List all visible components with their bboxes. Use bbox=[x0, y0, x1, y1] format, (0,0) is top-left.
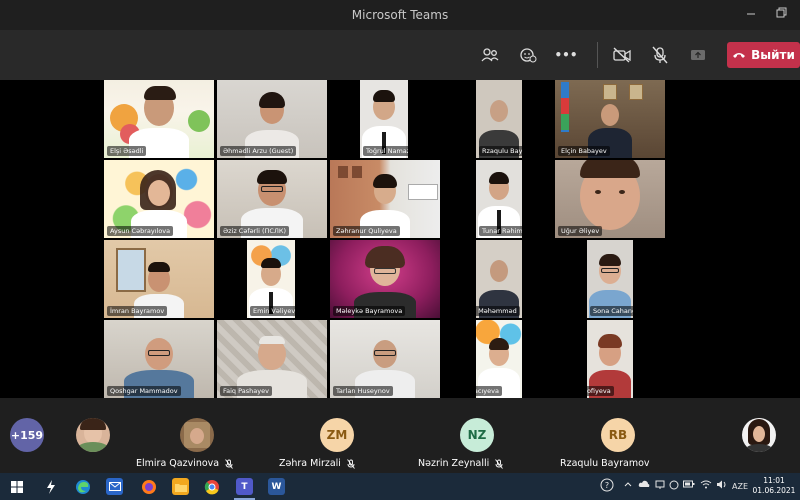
firefox-icon[interactable] bbox=[140, 478, 157, 495]
tile-name-tag: Emin Vəliyev bbox=[250, 306, 295, 316]
restore-icon[interactable] bbox=[772, 6, 790, 24]
cloud-icon[interactable] bbox=[638, 480, 650, 490]
strip-participant[interactable]: RB Rzaqulu Bayramov bbox=[552, 398, 692, 473]
video-tile[interactable]: İmran Bayramov bbox=[104, 240, 214, 318]
video-tile[interactable]: Tarlan Huseynov bbox=[330, 320, 440, 398]
tile-name-tag: Aynur Sofiyeva bbox=[587, 386, 614, 396]
avatar-initials: NZ bbox=[460, 418, 494, 452]
volume-icon[interactable] bbox=[716, 480, 728, 491]
mic-off-icon bbox=[225, 458, 233, 469]
app-tray-icon[interactable] bbox=[669, 480, 679, 492]
network-icon[interactable] bbox=[655, 480, 665, 492]
video-tile[interactable]: Məhərrəmov Məhəmməd bbox=[476, 240, 522, 318]
svg-text:?: ? bbox=[605, 481, 609, 490]
chrome-icon[interactable] bbox=[203, 478, 220, 495]
wifi-icon[interactable] bbox=[700, 480, 712, 491]
strip-participant[interactable]: NZ Nəzrin Zeynalli bbox=[410, 398, 545, 473]
video-tile[interactable]: Aysun Cəbrayılova bbox=[104, 160, 214, 238]
avatar bbox=[180, 418, 214, 452]
tile-name-tag: İmran Bayramov bbox=[107, 306, 168, 316]
windows-taskbar: T W ? AZE 11:01 01.06.2021 bbox=[0, 473, 800, 500]
strip-participant-name: Nəzrin Zeynalli bbox=[418, 458, 504, 469]
tile-name-tag: Məleykə Bayramova bbox=[333, 306, 406, 316]
more-options-button[interactable]: ••• bbox=[554, 43, 578, 67]
video-tile[interactable]: Əziz Cəfərli (ПСЛК) bbox=[217, 160, 327, 238]
video-tile[interactable]: Tunar Rəhimov bbox=[476, 160, 522, 238]
mail-icon[interactable] bbox=[106, 478, 123, 495]
tile-name-tag: Elçin Babayev bbox=[558, 146, 610, 156]
video-tile[interactable]: Faiq Pashayev bbox=[217, 320, 327, 398]
chevron-up-icon[interactable] bbox=[624, 480, 632, 489]
tile-name-tag: Məhərrəmov Məhəmməd bbox=[476, 306, 520, 316]
edge-icon[interactable] bbox=[74, 478, 91, 495]
tile-name-tag: Faiq Pashayev bbox=[220, 386, 272, 396]
participant-strip: +159 Elmira Qazvinova ZM Zəhra Mirzali N… bbox=[0, 398, 800, 473]
file-explorer-icon[interactable] bbox=[172, 478, 189, 495]
tile-name-tag: Tunar Rəhimov bbox=[479, 226, 522, 236]
video-tile[interactable]: Rzaqulu Bayramov bbox=[476, 80, 522, 158]
strip-participant-name: Zəhra Mirzali bbox=[279, 458, 355, 469]
meeting-toolbar: ••• bbox=[0, 30, 800, 80]
battery-icon[interactable] bbox=[683, 480, 695, 490]
window-title: Microsoft Teams bbox=[351, 8, 449, 22]
video-tile[interactable]: Toğrul Namazov bbox=[360, 80, 408, 158]
phone-hangup-icon bbox=[733, 53, 746, 58]
people-icon[interactable] bbox=[478, 43, 502, 67]
camera-off-icon[interactable] bbox=[610, 43, 634, 67]
video-tile[interactable]: Ayan Hacıyeva bbox=[476, 320, 522, 398]
self-avatar[interactable] bbox=[742, 418, 776, 452]
video-tile[interactable]: Aynur Sofiyeva bbox=[587, 320, 633, 398]
video-tile[interactable]: Elçin Babayev bbox=[555, 80, 665, 158]
word-icon[interactable]: W bbox=[268, 478, 285, 495]
tile-name-tag: Elşi Əsədli bbox=[107, 146, 147, 156]
tile-name-tag: Rzaqulu Bayramov bbox=[479, 146, 522, 156]
tile-name-tag: Uğur Əliyev bbox=[558, 226, 603, 236]
tile-name-tag: Tarlan Huseynov bbox=[333, 386, 393, 396]
app-icon[interactable] bbox=[42, 478, 59, 495]
tile-name-tag: Toğrul Namazov bbox=[363, 146, 408, 156]
video-tile[interactable]: Zəhranur Quliyeva bbox=[330, 160, 440, 238]
video-tile[interactable]: Əhmədli Arzu (Guest) bbox=[217, 80, 327, 158]
strip-participant-name: Rzaqulu Bayramov bbox=[560, 458, 650, 469]
strip-participant[interactable]: Elmira Qazvinova bbox=[128, 398, 273, 473]
tile-name-tag: Aysun Cəbrayılova bbox=[107, 226, 174, 236]
clock-date: 01.06.2021 bbox=[752, 486, 796, 495]
tile-name-tag: Əhmədli Arzu (Guest) bbox=[220, 146, 297, 156]
tile-name-tag: Qoshgar Mammadov bbox=[107, 386, 181, 396]
toolbar-divider bbox=[597, 42, 598, 68]
video-tile[interactable]: Sona Cahangirova bbox=[587, 240, 633, 318]
avatar[interactable] bbox=[76, 418, 110, 452]
avatar-initials: RB bbox=[601, 418, 635, 452]
tile-name-tag: Ayan Hacıyeva bbox=[476, 386, 502, 396]
minimize-icon[interactable] bbox=[742, 6, 760, 24]
raise-hand-icon[interactable] bbox=[516, 43, 540, 67]
tile-name-tag: Sona Cahangirova bbox=[590, 306, 633, 316]
help-icon[interactable]: ? bbox=[600, 478, 614, 494]
video-tile[interactable]: Qoshgar Mammadov bbox=[104, 320, 214, 398]
teams-window: Microsoft Teams ••• Выйти Elşi Əsədli Əh… bbox=[0, 0, 800, 500]
video-tile[interactable]: Emin Vəliyev bbox=[247, 240, 295, 318]
avatar-initials: ZM bbox=[320, 418, 354, 452]
input-language[interactable]: AZE bbox=[732, 482, 748, 491]
share-tray-icon[interactable] bbox=[686, 43, 710, 67]
clock-time: 11:01 bbox=[763, 476, 785, 485]
mic-off-icon[interactable] bbox=[648, 43, 672, 67]
strip-participant[interactable]: ZM Zəhra Mirzali bbox=[273, 398, 403, 473]
tile-name-tag: Zəhranur Quliyeva bbox=[333, 226, 400, 236]
title-bar: Microsoft Teams bbox=[0, 0, 800, 30]
mic-off-icon bbox=[347, 458, 355, 469]
leave-button[interactable]: Выйти bbox=[727, 42, 800, 68]
mic-off-icon bbox=[495, 458, 504, 469]
video-grid: Elşi Əsədli Əhmədli Arzu (Guest) Toğrul … bbox=[0, 80, 800, 398]
teams-icon[interactable]: T bbox=[236, 478, 253, 495]
tile-name-tag: Əziz Cəfərli (ПСЛК) bbox=[220, 226, 289, 236]
video-tile[interactable]: Uğur Əliyev bbox=[555, 160, 665, 238]
strip-participant-name: Elmira Qazvinova bbox=[136, 458, 233, 469]
video-tile[interactable]: Elşi Əsədli bbox=[104, 80, 214, 158]
windows-start-icon[interactable] bbox=[8, 478, 25, 495]
leave-label: Выйти bbox=[751, 48, 795, 62]
overflow-participants-badge[interactable]: +159 bbox=[10, 418, 44, 452]
taskbar-clock[interactable]: 11:01 01.06.2021 bbox=[752, 476, 796, 496]
video-tile[interactable]: Məleykə Bayramova bbox=[330, 240, 440, 318]
